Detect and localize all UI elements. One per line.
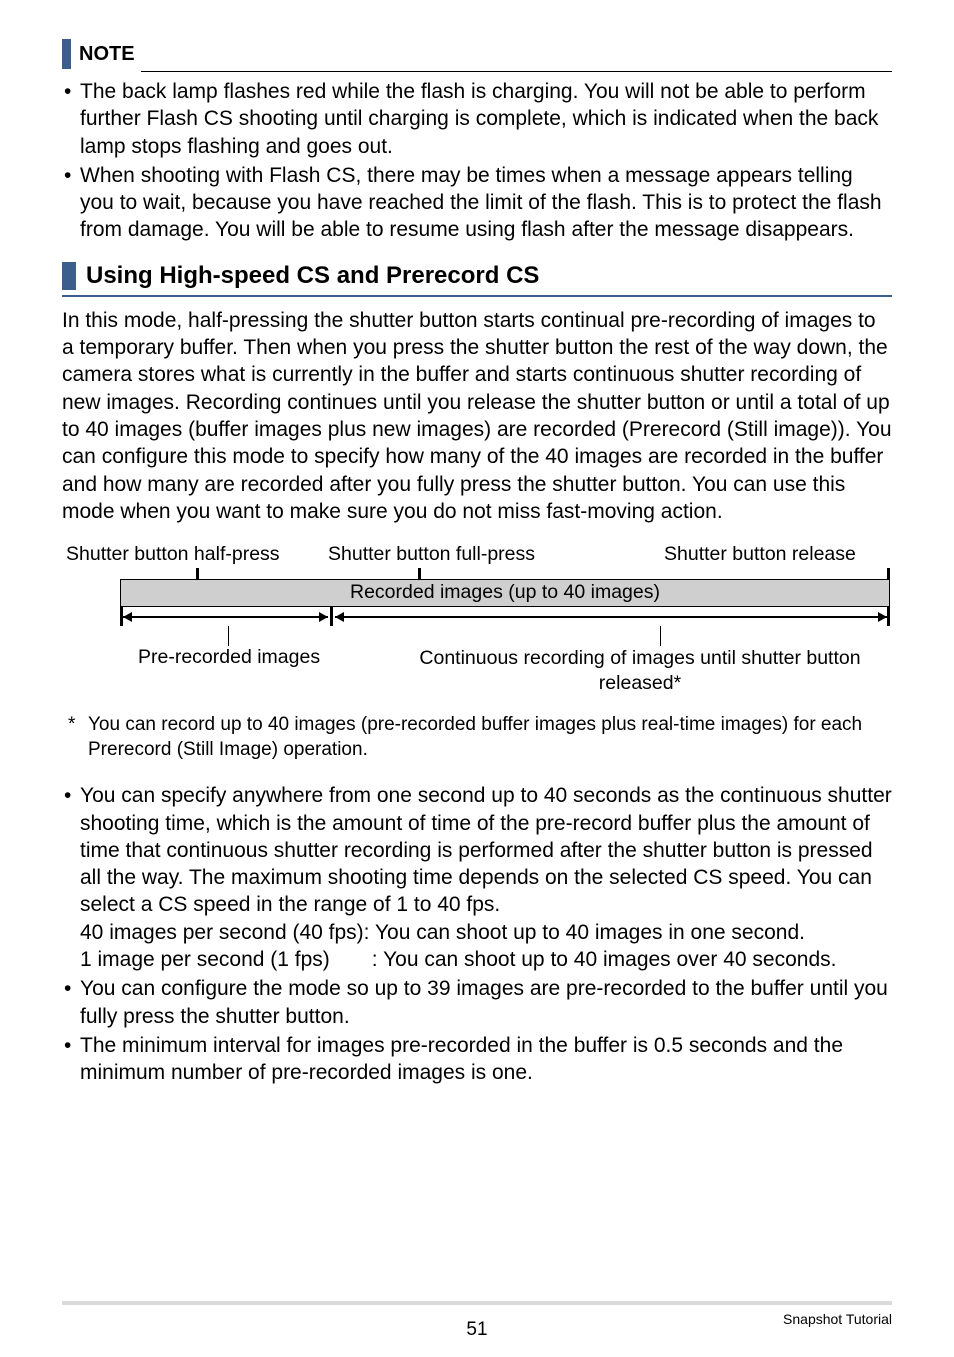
- footnote: * You can record up to 40 images (pre-re…: [62, 713, 892, 762]
- label-release: Shutter button release: [664, 543, 892, 566]
- range-divider-end: [887, 607, 890, 626]
- note-bullet-1: The back lamp flashes red while the flas…: [62, 78, 892, 160]
- label-continuous: Continuous recording of images until shu…: [408, 646, 892, 695]
- footer-divider: [62, 1301, 892, 1305]
- tick-half-press: [196, 568, 199, 579]
- footer-section-name: Snapshot Tutorial: [783, 1311, 892, 1327]
- note-underline: [141, 55, 892, 72]
- note-accent-bar: [62, 39, 71, 69]
- tick-release: [887, 568, 890, 579]
- note-label: NOTE: [79, 43, 135, 66]
- footnote-text: You can record up to 40 images (pre-reco…: [88, 713, 892, 762]
- section-body: In this mode, half-pressing the shutter …: [62, 307, 892, 525]
- section-accent-bar: [62, 262, 76, 290]
- label-half-press: Shutter button half-press: [62, 543, 306, 566]
- detail-bullet-1: You can specify anywhere from one second…: [62, 782, 892, 973]
- arrow-line-prerecord: [123, 616, 328, 617]
- label-pre-recorded: Pre-recorded images: [120, 646, 408, 695]
- arrow-head-right-1: [319, 612, 328, 622]
- connector-prerecord: [228, 626, 229, 646]
- footnote-marker: *: [62, 713, 88, 762]
- connector-continuous: [660, 626, 661, 646]
- tick-full-press: [418, 568, 421, 579]
- range-divider-mid: [330, 607, 333, 626]
- diagram-timeline: Recorded images (up to 40 images): [120, 568, 890, 642]
- section-header: Using High-speed CS and Prerecord CS: [62, 262, 892, 297]
- arrow-line-continuous: [335, 616, 887, 617]
- page-number: 51: [466, 1319, 487, 1341]
- detail-bullet-2: You can configure the mode so up to 39 i…: [62, 975, 892, 1030]
- arrow-head-right-2: [878, 612, 887, 622]
- label-full-press: Shutter button full-press: [306, 543, 664, 566]
- timing-diagram: Shutter button half-press Shutter button…: [62, 543, 892, 695]
- recorded-bar: Recorded images (up to 40 images): [120, 579, 890, 607]
- page-footer: 51 Snapshot Tutorial: [62, 1304, 892, 1327]
- note-bullet-2: When shooting with Flash CS, there may b…: [62, 162, 892, 244]
- arrow-head-left-1: [123, 612, 132, 622]
- detail-bullet-list: You can specify anywhere from one second…: [62, 782, 892, 1086]
- section-title: Using High-speed CS and Prerecord CS: [86, 262, 539, 290]
- detail-bullet-3: The minimum interval for images pre-reco…: [62, 1032, 892, 1087]
- note-bullet-list: The back lamp flashes red while the flas…: [62, 78, 892, 244]
- arrow-head-left-2: [335, 612, 344, 622]
- note-header: NOTE: [62, 36, 892, 72]
